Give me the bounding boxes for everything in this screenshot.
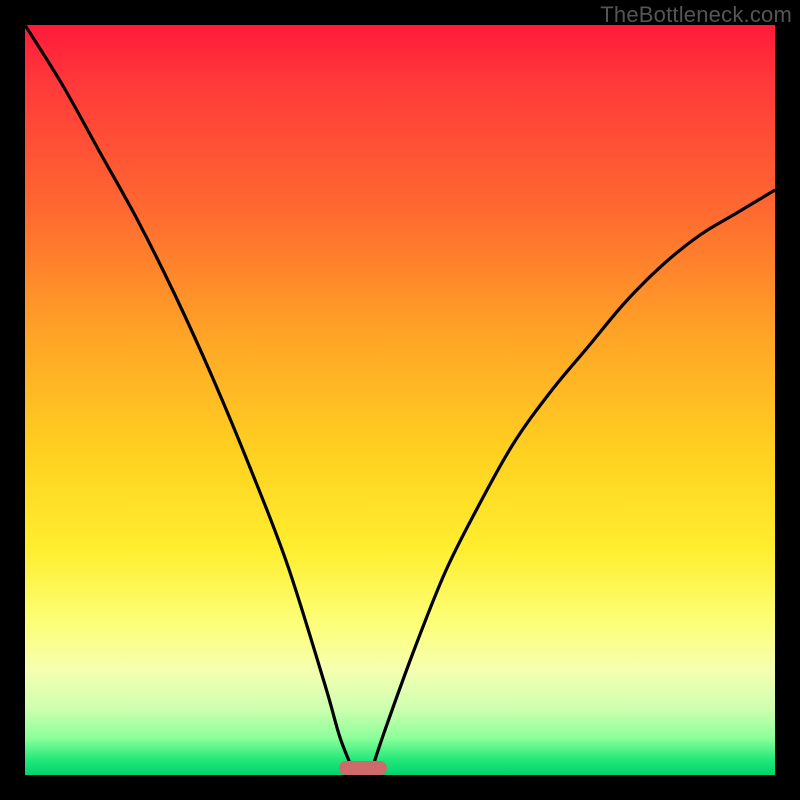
- plot-area: [25, 25, 775, 775]
- curves-svg: [25, 25, 775, 775]
- minimum-marker: [339, 761, 387, 775]
- watermark-text: TheBottleneck.com: [600, 2, 792, 28]
- right-curve: [370, 190, 775, 775]
- left-curve: [25, 25, 355, 775]
- chart-frame: TheBottleneck.com: [0, 0, 800, 800]
